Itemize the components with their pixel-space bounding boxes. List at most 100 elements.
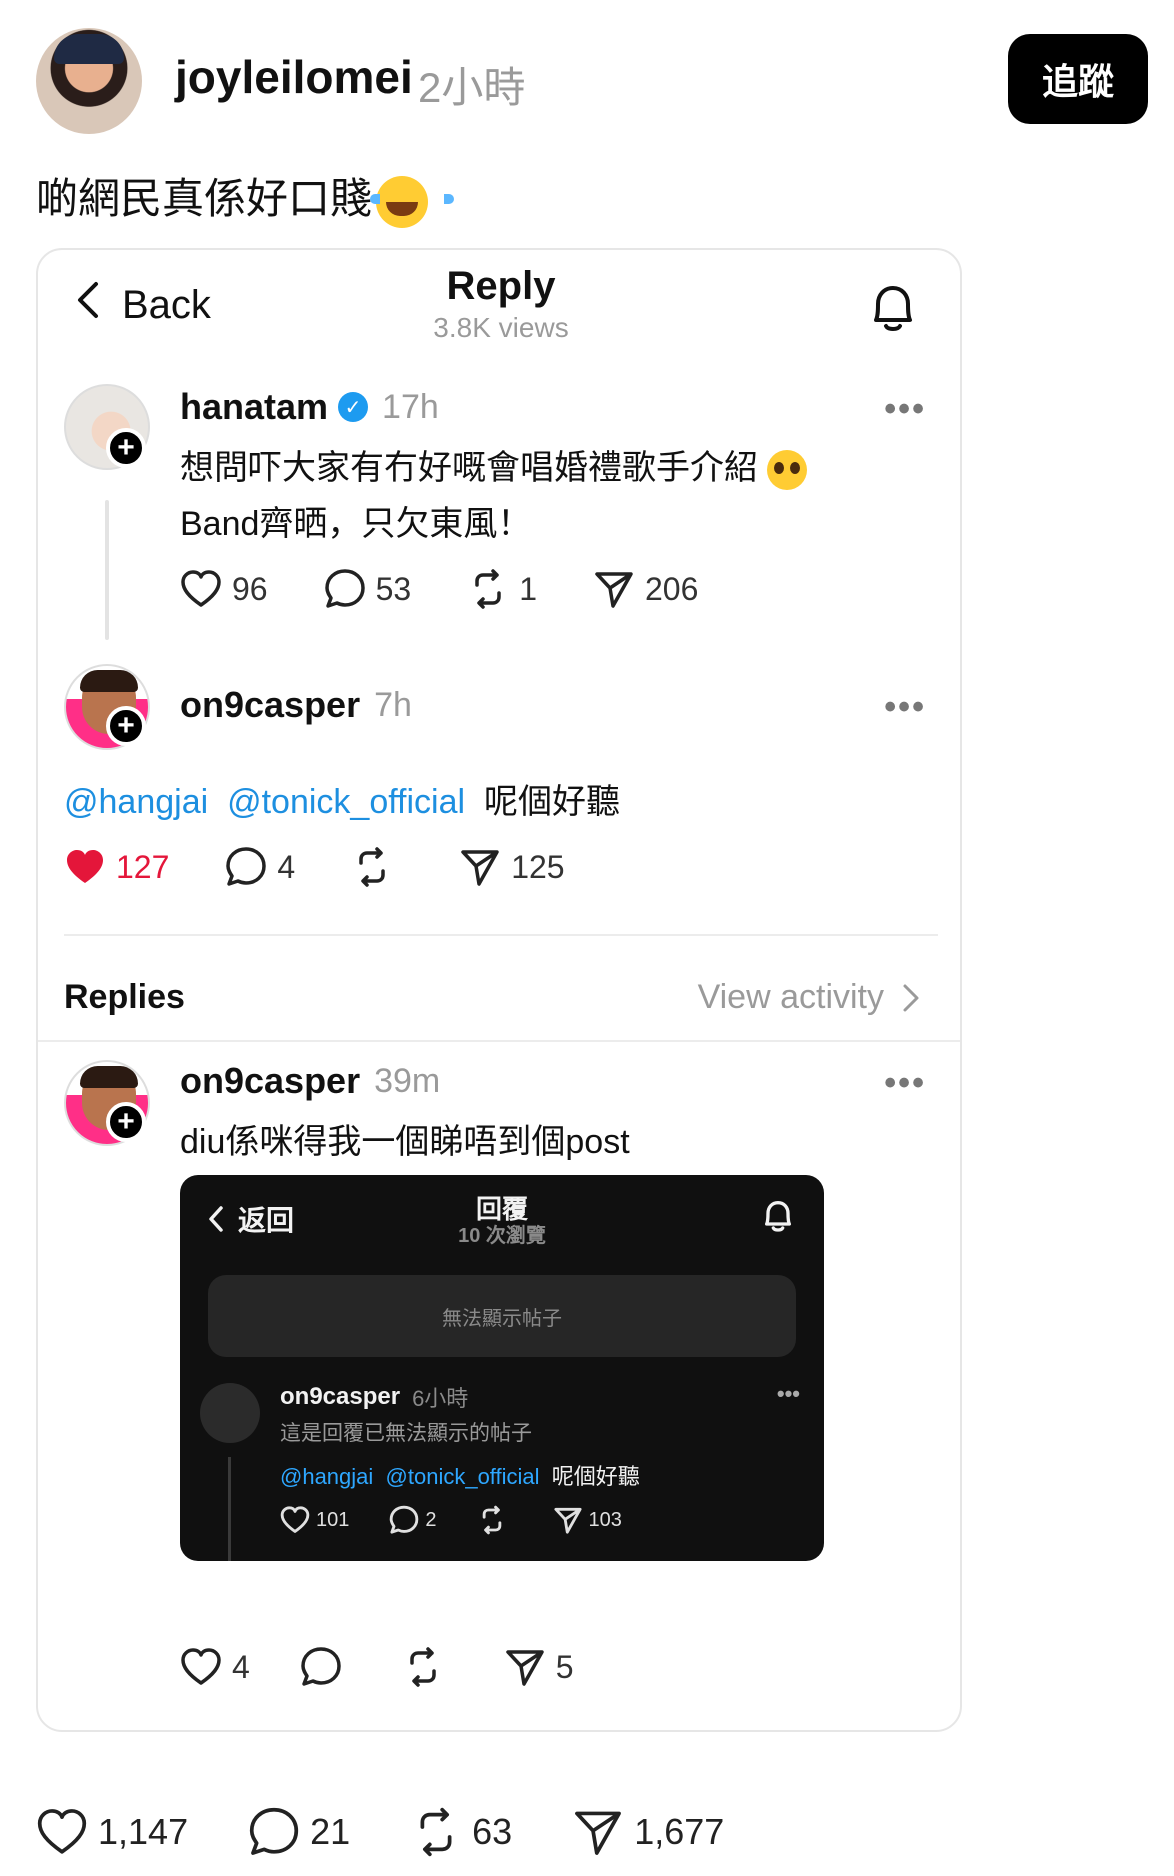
comment-button[interactable]: 53: [324, 568, 411, 610]
mention-link: @tonick_official: [385, 1464, 540, 1489]
more-options-icon[interactable]: •••: [884, 390, 926, 429]
page-title: Reply: [446, 264, 556, 308]
post-text: 啲網民真係好口賤: [36, 165, 455, 228]
send-icon: [506, 1650, 544, 1686]
author-name[interactable]: joyleilomei: [175, 50, 413, 104]
pleading-face-emoji-icon: [767, 450, 808, 491]
on9casper-text: @hangjai @tonick_official 呢個好聽: [64, 774, 620, 823]
repost-count: 1: [519, 570, 537, 607]
like-button[interactable]: 4: [180, 1648, 250, 1686]
follow-plus-icon[interactable]: +: [106, 428, 146, 468]
repost-button: [477, 1505, 513, 1535]
send-icon: [575, 1811, 622, 1855]
share-count: 1,677: [634, 1811, 725, 1852]
comment-bubble-icon: [301, 1647, 341, 1686]
post-text-content: 啲網民真係好口賤: [36, 175, 373, 222]
on9casper-username[interactable]: on9casper: [180, 684, 360, 726]
follow-button[interactable]: 追蹤: [1008, 34, 1148, 124]
hanatam-header: hanatam ✓ 17h: [180, 386, 439, 428]
reply-username[interactable]: on9casper: [180, 1060, 360, 1102]
follow-plus-icon[interactable]: +: [106, 706, 146, 746]
comment-bubble-icon: [249, 1807, 299, 1855]
divider: [38, 1040, 960, 1042]
chevron-right-icon: [903, 984, 919, 1011]
repost-count: 63: [472, 1811, 513, 1852]
author-avatar[interactable]: [36, 28, 142, 134]
hanatam-username[interactable]: hanatam: [180, 386, 328, 428]
like-count: 127: [116, 848, 170, 885]
send-icon: [461, 850, 499, 886]
post-actions: 1,147 21 63 1,677: [36, 1806, 724, 1858]
nested-text: @hangjai @tonick_official 呢個好聽: [280, 1459, 640, 1491]
heart-icon: [181, 1648, 221, 1685]
share-count: 5: [555, 1648, 574, 1685]
hanatam-actions: 96 53 1 206: [180, 568, 698, 610]
hanatam-time: 17h: [382, 387, 439, 426]
follow-plus-icon[interactable]: +: [106, 1102, 146, 1142]
heart-icon: [181, 570, 221, 607]
repost-icon: [475, 569, 501, 609]
nested-comment-text: 呢個好聽: [551, 1464, 640, 1489]
thread-line: [105, 500, 109, 640]
bell-icon[interactable]: [866, 280, 920, 336]
nested-actions: 101 2 103: [280, 1505, 622, 1535]
send-icon: [595, 572, 633, 608]
share-button: 103: [553, 1505, 622, 1535]
like-button: 101: [280, 1506, 349, 1534]
share-count: 103: [588, 1508, 622, 1531]
comment-count: 4: [277, 848, 296, 885]
like-button[interactable]: 1,147: [36, 1808, 188, 1856]
comment-button[interactable]: [300, 1646, 352, 1688]
reply-actions: 4 5: [180, 1646, 574, 1688]
share-button[interactable]: 1,677: [572, 1806, 724, 1858]
mention-link: @hangjai: [280, 1464, 374, 1489]
more-options-icon[interactable]: •••: [884, 688, 926, 727]
like-button[interactable]: 127: [64, 848, 169, 886]
share-button[interactable]: 125: [459, 846, 565, 888]
embedded-image-card[interactable]: Back Reply 3.8K views + hanatam ✓ 17h ••…: [36, 248, 962, 1732]
like-count: 101: [316, 1508, 350, 1531]
repost-icon: [359, 847, 385, 887]
view-activity-link[interactable]: View activity: [698, 978, 920, 1017]
share-button[interactable]: 206: [593, 568, 698, 610]
laughing-tears-emoji-icon: [370, 175, 455, 228]
reply-header: on9casper 39m: [180, 1060, 440, 1102]
like-count: 96: [232, 570, 268, 607]
like-count: 4: [232, 1648, 250, 1685]
heart-icon: [280, 1506, 310, 1533]
reply-text: diu係咪得我一個睇唔到個post: [180, 1123, 630, 1161]
nested-screenshot[interactable]: 返回 回覆 10 次瀏覽 無法顯示帖子 on9casper 6小時 ••• 這是…: [180, 1175, 824, 1561]
nested-time: 6小時: [412, 1386, 469, 1411]
nested-avatar: [200, 1383, 260, 1443]
more-options-icon[interactable]: •••: [884, 1064, 926, 1103]
comment-count: 21: [310, 1811, 351, 1852]
heart-filled-icon: [67, 850, 103, 883]
on9casper-time: 7h: [374, 685, 412, 724]
verified-badge-icon: ✓: [338, 392, 369, 422]
mention-link[interactable]: @tonick_official: [227, 783, 465, 821]
replies-heading: Replies: [64, 978, 185, 1016]
comment-bubble-icon: [324, 569, 365, 608]
repost-button[interactable]: 1: [467, 568, 537, 610]
more-options-icon: •••: [776, 1381, 800, 1406]
repost-button[interactable]: [402, 1646, 454, 1688]
share-button[interactable]: 5: [504, 1646, 574, 1688]
repost-icon: [410, 1647, 436, 1687]
comment-button: 2: [389, 1505, 437, 1535]
view-count: 3.8K views: [433, 312, 569, 343]
reply-time: 39m: [374, 1061, 441, 1100]
comment-bubble-icon: [390, 1505, 419, 1534]
hanatam-text: 想問吓大家有冇好嘅會唱婚禮歌手介紹: [180, 449, 758, 487]
repost-button[interactable]: 63: [410, 1806, 512, 1858]
comment-bubble-icon: [226, 847, 267, 886]
repost-button[interactable]: [351, 846, 403, 888]
comment-button[interactable]: 4: [225, 846, 295, 888]
divider: [64, 934, 938, 936]
nested-subtitle: 這是回覆已無法顯示的帖子: [280, 1422, 532, 1445]
like-button[interactable]: 96: [180, 570, 268, 608]
comment-button[interactable]: 21: [248, 1806, 350, 1858]
repost-icon: [420, 1807, 452, 1857]
share-count: 125: [511, 848, 565, 885]
share-count: 206: [644, 570, 699, 607]
mention-link[interactable]: @hangjai: [64, 783, 208, 821]
